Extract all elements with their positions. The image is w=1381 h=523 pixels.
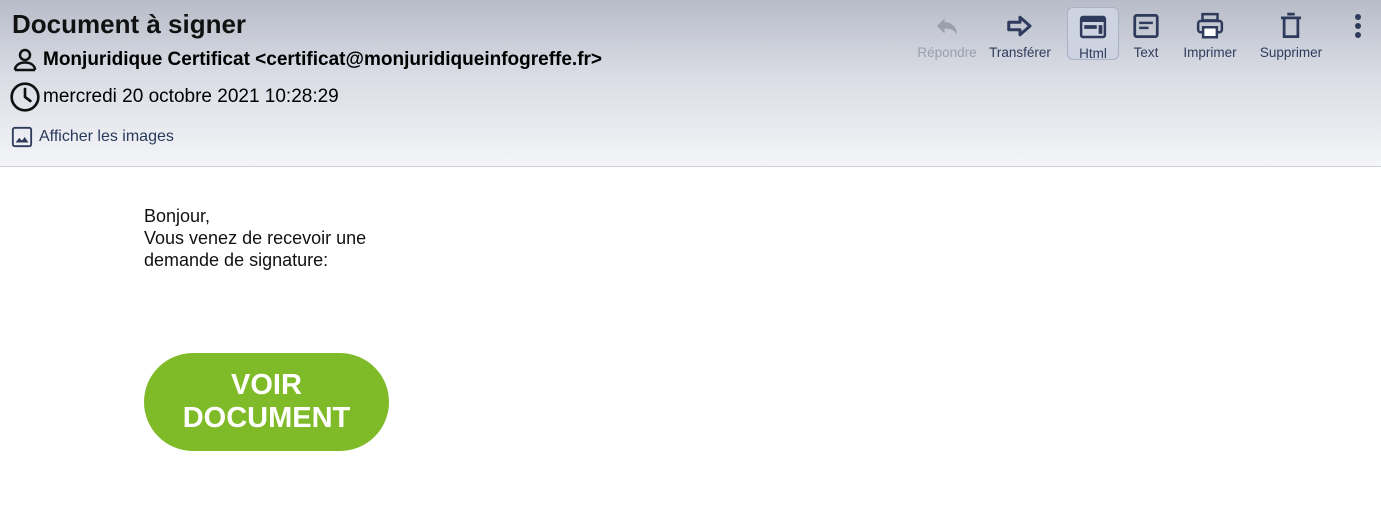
print-button[interactable]: Imprimer	[1178, 6, 1242, 60]
delete-label: Supprimer	[1259, 45, 1323, 60]
more-options-button[interactable]	[1345, 12, 1371, 46]
show-images-link[interactable]: Afficher les images	[11, 125, 174, 149]
print-icon	[1195, 11, 1225, 41]
email-header: Document à signer Monjuridique Certifica…	[0, 0, 1381, 167]
body-line: Bonjour,	[144, 206, 211, 226]
forward-label: Transférer	[989, 45, 1051, 60]
html-view-button[interactable]: Html	[1067, 7, 1119, 61]
reply-label: Répondre	[917, 45, 977, 60]
html-view-label: Html	[1079, 46, 1107, 61]
show-images-label: Afficher les images	[39, 128, 174, 145]
text-view-icon	[1131, 11, 1161, 41]
email-body: Bonjour, Vous venez de recevoir une dema…	[144, 205, 366, 271]
text-view-button[interactable]: Text	[1124, 6, 1168, 60]
message-toolbar: Répondre Transférer Html Text Imprimer S…	[0, 6, 1381, 62]
body-line: demande de signature:	[144, 250, 329, 270]
trash-icon	[1276, 11, 1306, 41]
forward-button[interactable]: Transférer	[985, 6, 1055, 60]
body-line: Vous venez de recevoir une	[144, 228, 367, 248]
delete-button[interactable]: Supprimer	[1255, 6, 1327, 60]
view-document-button[interactable]: VOIR DOCUMENT	[144, 353, 389, 451]
reply-button[interactable]: Répondre	[914, 6, 980, 60]
clock-icon	[9, 81, 41, 113]
date-row: mercredi 20 octobre 2021 10:28:29	[9, 81, 339, 113]
html-view-icon	[1078, 12, 1108, 42]
more-vertical-icon	[1345, 14, 1371, 50]
text-view-label: Text	[1133, 45, 1159, 60]
email-date: mercredi 20 octobre 2021 10:28:29	[43, 86, 339, 107]
reply-icon	[932, 11, 962, 41]
image-icon	[11, 126, 33, 148]
forward-icon	[1005, 11, 1035, 41]
print-label: Imprimer	[1183, 45, 1237, 60]
